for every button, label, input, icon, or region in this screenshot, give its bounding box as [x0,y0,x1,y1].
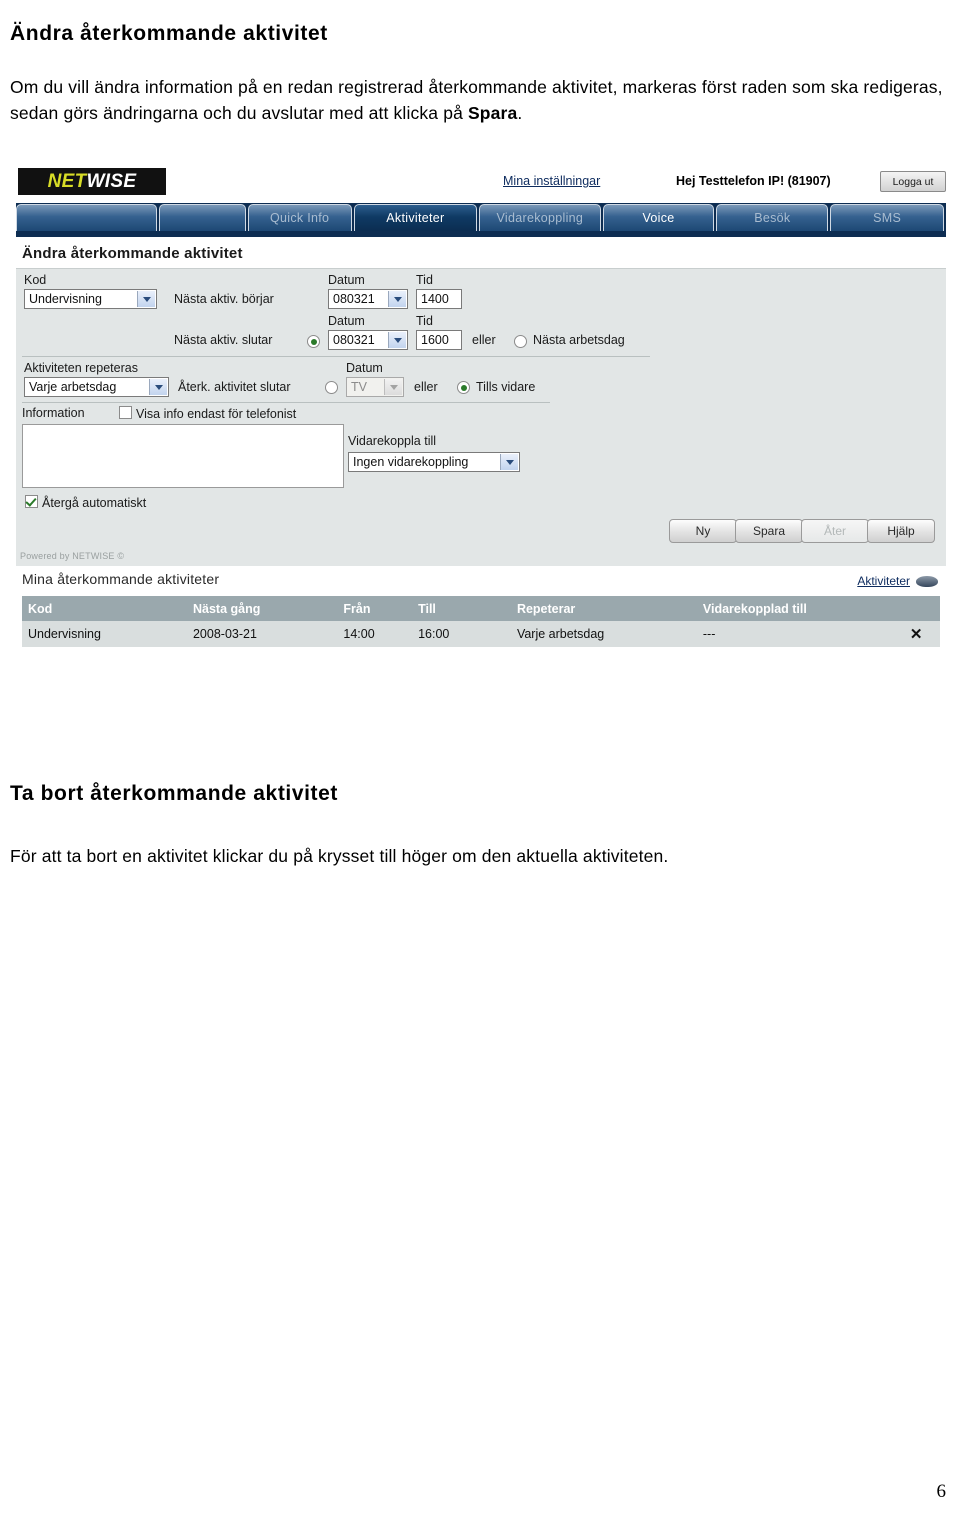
cell-repeterar: Varje arbetsdag [510,621,697,647]
col-nasta-gang: Nästa gång [186,596,338,621]
logout-button[interactable]: Logga ut [880,171,946,192]
intro-paragraph-period: . [517,102,523,123]
logo-text-net: NET [47,170,87,192]
col-till: Till [412,596,511,621]
end-time-input[interactable]: 1600 [416,330,462,350]
repeat-end-date-select[interactable]: TV [346,377,404,397]
repeat-select-value: Varje arbetsdag [29,380,117,394]
end-mode-date-radio[interactable] [307,335,320,348]
next-workday-label: Nästa arbetsdag [533,333,625,347]
start-time-input[interactable]: 1400 [416,289,462,309]
cell-nasta-gang: 2008-03-21 [186,621,338,647]
col-kod: Kod [22,596,187,621]
delete-paragraph: För att ta bort en aktivitet klickar du … [10,845,669,866]
end-date-value: 080321 [333,333,375,347]
end-or-label: eller [472,333,496,347]
divider-2 [22,402,550,403]
kod-select[interactable]: Undervisning [24,289,157,309]
forward-to-value: Ingen vidarekoppling [353,455,469,469]
repeat-end-date-radio[interactable] [325,381,338,394]
recurring-activities-table: Kod Nästa gång Från Till Repeterar Vidar… [22,596,940,647]
app-header: NET WISE Mina inställningar Hej Testtelef… [16,166,946,203]
table-header-row: Kod Nästa gång Från Till Repeterar Vidar… [22,596,940,621]
end-mode-next-workday-radio[interactable] [514,335,527,348]
activities-icon [916,576,938,587]
delete-activity-icon[interactable]: ✕ [890,621,940,647]
user-greeting: Hej Testtelefon IP! (81907) [676,174,831,188]
repeat-end-until-further-radio[interactable] [457,381,470,394]
netwise-logo: NET WISE [18,168,166,195]
nav-tab-sms[interactable]: SMS [830,204,945,231]
operator-only-checkbox[interactable] [119,406,132,419]
forward-to-select[interactable]: Ingen vidarekoppling [348,452,520,472]
nav-tab-aktiviteter[interactable]: Aktiviteter [353,204,478,231]
main-navigation: Quick Info Aktiviteter Vidarekoppling Vo… [16,203,946,237]
repeat-date-label: Datum [346,361,383,375]
powered-by-text: Powered by NETWISE © [20,551,125,561]
repeat-label: Aktiviteten repeteras [24,361,138,375]
chevron-down-icon [137,291,155,307]
forward-to-label: Vidarekoppla till [348,434,437,448]
information-textarea[interactable] [22,424,344,488]
save-button[interactable]: Spara [735,519,803,543]
intro-paragraph: Om du vill ändra information på en redan… [10,74,950,126]
chevron-down-icon [388,332,406,348]
col-fran: Från [337,596,413,621]
intro-paragraph-emphasis: Spara [467,102,518,123]
cell-till: 16:00 [412,621,511,647]
table-row[interactable]: Undervisning 2008-03-21 14:00 16:00 Varj… [22,621,940,647]
cell-kod: Undervisning [22,621,187,647]
cell-vidarekopplad-till: --- [696,621,891,647]
repeat-end-date-value: TV [351,380,367,394]
chevron-down-icon [384,379,402,395]
my-settings-link[interactable]: Mina inställningar [503,174,600,188]
kod-label: Kod [24,273,47,287]
nav-tab-voice[interactable]: Voice [602,204,715,231]
activity-form-panel: Kod Undervisning Nästa aktiv. börjar Dat… [16,268,946,566]
chevron-down-icon [388,291,406,307]
end-date-label: Datum [328,314,365,328]
start-date-value: 080321 [333,292,375,306]
operator-only-label: Visa info endast för telefonist [136,407,297,421]
recurring-activities-section: Mina återkommande aktiviteter Aktivitete… [16,566,946,674]
end-date-select[interactable]: 080321 [328,330,408,350]
section-heading-delete: Ta bort återkommande aktivitet [10,782,339,806]
start-time-label: Tid [416,273,433,287]
nav-tab-blank-2[interactable] [158,204,246,231]
back-button: Åter [801,519,869,543]
next-activity-end-label: Nästa aktiv. slutar [174,333,273,347]
new-button[interactable]: Ny [669,519,737,543]
chevron-down-icon [149,379,167,395]
next-activity-start-label: Nästa aktiv. börjar [174,292,274,306]
logo-text-wise: WISE [86,170,137,192]
end-time-label: Tid [416,314,433,328]
help-button[interactable]: Hjälp [867,519,935,543]
nav-tab-quick-info[interactable]: Quick Info [247,204,352,231]
repeat-or-label: eller [414,380,438,394]
cell-fran: 14:00 [337,621,413,647]
nav-tab-besok[interactable]: Besök [716,204,829,231]
divider-1 [22,356,650,357]
netwise-app-screenshot: NET WISE Mina inställningar Hej Testtelef… [16,166,946,708]
start-date-label: Datum [328,273,365,287]
repeat-select[interactable]: Varje arbetsdag [24,377,169,397]
kod-select-value: Undervisning [29,292,102,306]
page-title: Ändra återkommande aktivitet [10,22,328,46]
nav-tab-vidarekoppling[interactable]: Vidarekoppling [479,204,601,231]
col-vidarekopplad-till: Vidarekopplad till [696,596,891,621]
auto-return-label: Återgå automatiskt [42,496,147,510]
nav-tab-blank-1[interactable] [16,204,157,231]
page-number: 6 [936,1481,947,1502]
information-label: Information [22,406,85,420]
auto-return-checkbox[interactable] [25,495,38,508]
start-date-select[interactable]: 080321 [328,289,408,309]
repeat-end-label: Återk. aktivitet slutar [178,380,291,394]
col-repeterar: Repeterar [510,596,697,621]
activities-link[interactable]: Aktiviteter [857,574,910,588]
recurring-activities-title: Mina återkommande aktiviteter [22,571,220,587]
chevron-down-icon [500,454,518,470]
app-page-title: Ändra återkommande aktivitet [16,237,946,268]
until-further-label: Tills vidare [476,380,536,394]
col-delete [890,596,940,621]
